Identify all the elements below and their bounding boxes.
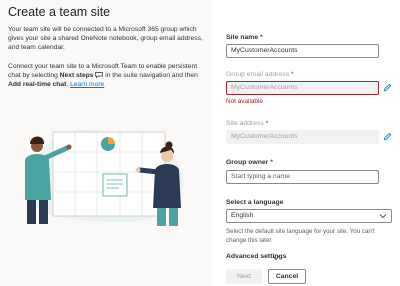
learn-more-link[interactable]: Learn more	[70, 81, 104, 88]
team-collaboration-illustration	[25, 129, 184, 226]
connect-teams-text: Connect your team site to a Microsoft Te…	[8, 63, 198, 88]
next-steps-label: Next steps	[59, 72, 94, 79]
site-name-label: Site name *	[226, 34, 263, 41]
site-address-label: Site address *	[226, 120, 269, 127]
page-title: Create a team site	[8, 5, 111, 19]
intro-text: Your team site will be connected to a Mi…	[8, 26, 203, 51]
chevron-down-icon[interactable]	[272, 255, 280, 261]
pencil-icon[interactable]	[383, 132, 392, 141]
group-email-error: Not available	[226, 98, 263, 105]
group-email-label: Group email address *	[226, 71, 294, 78]
group-email-input[interactable]: MyCustomerAccounts	[226, 81, 379, 95]
group-owner-input[interactable]: Start typing a name	[226, 170, 379, 184]
chevron-down-icon	[379, 214, 387, 219]
group-owner-label: Group owner *	[226, 159, 273, 166]
pencil-icon[interactable]	[383, 83, 392, 92]
add-chat-label: Add real-time chat	[8, 81, 67, 88]
document-card	[102, 173, 128, 197]
language-select[interactable]: English	[226, 209, 392, 223]
site-name-input[interactable]: MyCustomerAccounts	[226, 44, 379, 58]
cancel-button[interactable]: Cancel	[268, 269, 306, 284]
site-address-input[interactable]: MyCustomerAccounts	[226, 130, 379, 144]
language-label: Select a language	[226, 199, 284, 206]
next-button[interactable]: Next	[226, 269, 262, 284]
language-help-text: Select the default site language for you…	[226, 228, 375, 244]
